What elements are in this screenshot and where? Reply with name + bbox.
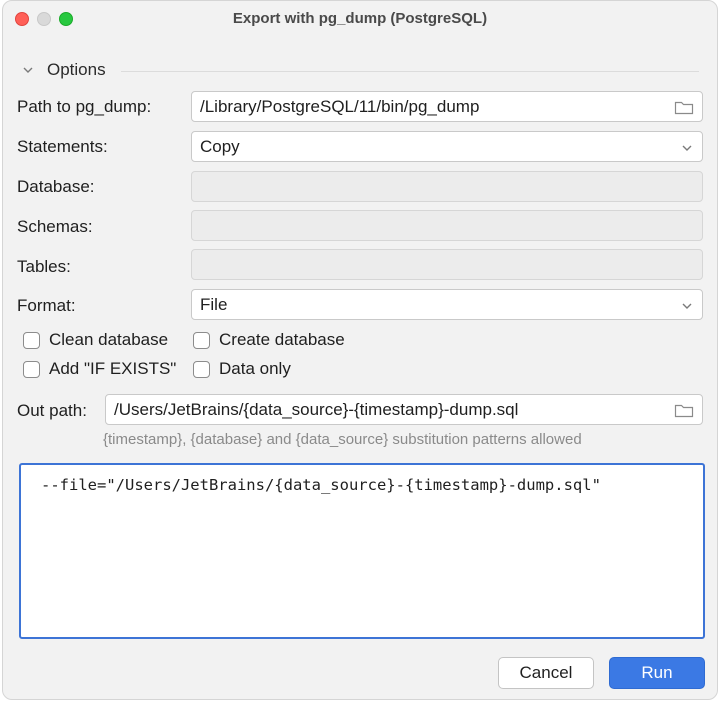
cancel-button[interactable]: Cancel bbox=[498, 657, 594, 689]
clean-database-checkbox[interactable]: Clean database bbox=[23, 330, 168, 350]
out-path-hint: {timestamp}, {database} and {data_source… bbox=[103, 431, 582, 448]
tables-label: Tables: bbox=[17, 257, 71, 276]
format-label: Format: bbox=[17, 296, 76, 315]
options-section-toggle[interactable]: Options bbox=[21, 59, 106, 81]
checkbox-box[interactable] bbox=[193, 331, 210, 349]
folder-icon[interactable] bbox=[674, 99, 694, 115]
add-if-exists-label: Add "IF EXISTS" bbox=[49, 359, 177, 378]
database-input bbox=[191, 171, 703, 202]
add-if-exists-checkbox[interactable]: Add "IF EXISTS" bbox=[23, 359, 176, 379]
path-to-pg-dump-label: Path to pg_dump: bbox=[17, 97, 152, 116]
out-path-label: Out path: bbox=[17, 401, 87, 420]
format-dropdown[interactable]: File bbox=[191, 289, 703, 320]
create-database-label: Create database bbox=[219, 330, 345, 349]
statements-label: Statements: bbox=[17, 137, 108, 156]
section-divider bbox=[121, 71, 699, 72]
checkbox-box[interactable] bbox=[193, 360, 210, 378]
chevron-down-icon bbox=[682, 303, 692, 309]
path-to-pg-dump-input[interactable]: /Library/PostgreSQL/11/bin/pg_dump bbox=[191, 91, 703, 122]
title-bar: Export with pg_dump (PostgreSQL) bbox=[3, 1, 717, 37]
checkbox-box[interactable] bbox=[23, 331, 40, 349]
tables-input bbox=[191, 249, 703, 280]
export-dialog: Export with pg_dump (PostgreSQL) Options… bbox=[2, 0, 718, 700]
statements-value: Copy bbox=[200, 137, 240, 156]
schemas-label: Schemas: bbox=[17, 217, 93, 236]
create-database-checkbox[interactable]: Create database bbox=[193, 330, 345, 350]
out-path-input[interactable]: /Users/JetBrains/{data_source}-{timestam… bbox=[105, 394, 703, 425]
options-section-label: Options bbox=[47, 60, 106, 79]
run-button[interactable]: Run bbox=[609, 657, 705, 689]
format-value: File bbox=[200, 295, 228, 314]
command-preview-textarea[interactable]: --file="/Users/JetBrains/{data_source}-{… bbox=[19, 463, 705, 639]
folder-icon[interactable] bbox=[674, 402, 694, 418]
path-to-pg-dump-value: /Library/PostgreSQL/11/bin/pg_dump bbox=[200, 97, 480, 116]
data-only-label: Data only bbox=[219, 359, 291, 378]
data-only-checkbox[interactable]: Data only bbox=[193, 359, 291, 379]
statements-dropdown[interactable]: Copy bbox=[191, 131, 703, 162]
out-path-value: /Users/JetBrains/{data_source}-{timestam… bbox=[114, 400, 519, 419]
database-label: Database: bbox=[17, 177, 95, 196]
clean-database-label: Clean database bbox=[49, 330, 169, 349]
chevron-down-icon bbox=[23, 67, 33, 73]
window-title: Export with pg_dump (PostgreSQL) bbox=[232, 10, 488, 27]
schemas-input bbox=[191, 210, 703, 241]
checkbox-box[interactable] bbox=[23, 360, 40, 378]
chevron-down-icon bbox=[682, 145, 692, 151]
